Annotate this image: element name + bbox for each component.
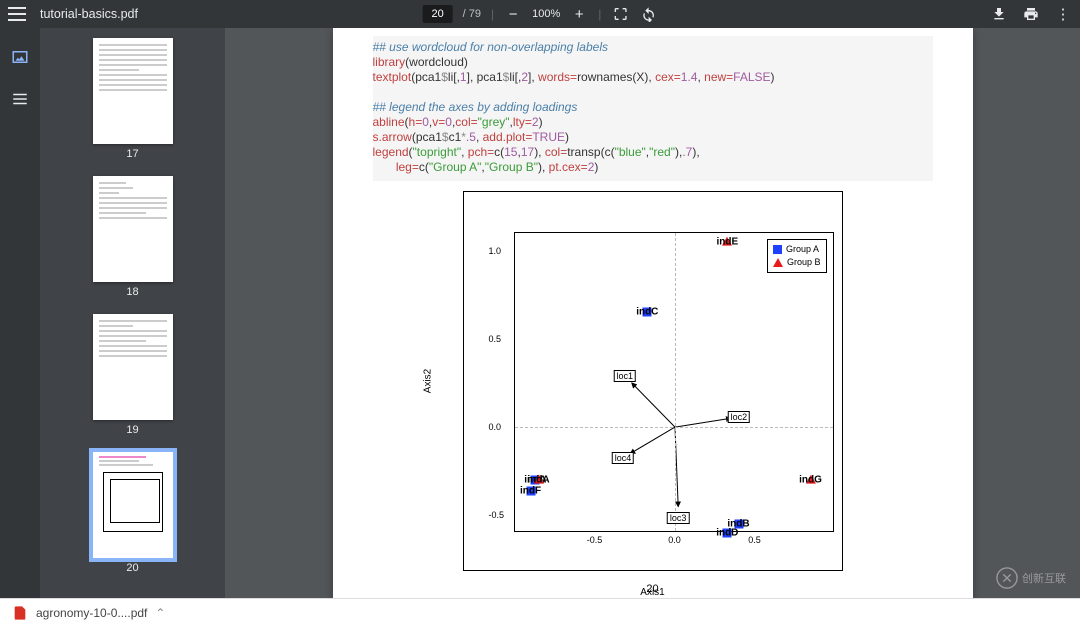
chart-legend: Group A Group B — [767, 239, 827, 273]
downloads-bar: agronomy-10-0....pdf ⌃ — [0, 598, 1080, 627]
document-view[interactable]: ## use wordcloud for non-overlapping lab… — [225, 28, 1080, 598]
thumbnail-19[interactable] — [93, 314, 173, 420]
more-menu-button[interactable]: ⋮ — [1054, 5, 1072, 23]
x-axis-label: Axis1 — [640, 587, 664, 598]
zoom-out-button[interactable]: − — [504, 5, 522, 23]
zoom-level-label: 100% — [532, 8, 560, 20]
code-block: ## use wordcloud for non-overlapping lab… — [373, 36, 933, 181]
page-number-input[interactable] — [423, 5, 453, 23]
download-button[interactable] — [990, 5, 1008, 23]
total-pages-label: / 79 — [463, 8, 481, 20]
thumbnail-label: 17 — [126, 148, 138, 160]
fit-page-button[interactable] — [611, 5, 629, 23]
document-title: tutorial-basics.pdf — [40, 7, 138, 21]
print-button[interactable] — [1022, 5, 1040, 23]
thumbnail-panel[interactable]: 17 18 19 20 — [40, 28, 225, 598]
pca-chart: Axis2 Group A Group B -0.50.00.51.0-0.50… — [463, 191, 843, 571]
page-controls: / 79 | − 100% + | — [423, 5, 658, 23]
side-rail — [0, 28, 40, 598]
watermark: 创新互联 — [996, 567, 1066, 589]
plot-region: Group A Group B -0.50.00.51.0-0.50.00.5l… — [514, 232, 834, 532]
outline-icon[interactable] — [11, 90, 29, 108]
thumbnail-label: 19 — [126, 424, 138, 436]
y-axis-label: Axis2 — [422, 369, 433, 393]
menu-icon[interactable] — [8, 5, 26, 23]
zoom-in-button[interactable]: + — [570, 5, 588, 23]
thumbnails-icon[interactable] — [11, 48, 29, 66]
download-chip[interactable]: agronomy-10-0....pdf ⌃ — [12, 605, 165, 621]
thumbnail-label: 18 — [126, 286, 138, 298]
thumbnail-17[interactable] — [93, 38, 173, 144]
download-filename: agronomy-10-0....pdf — [36, 606, 147, 620]
thumbnail-18[interactable] — [93, 176, 173, 282]
pdf-page: ## use wordcloud for non-overlapping lab… — [333, 28, 973, 598]
pdf-viewer-toolbar: tutorial-basics.pdf / 79 | − 100% + | ⋮ — [0, 0, 1080, 28]
thumbnail-20[interactable] — [93, 452, 173, 558]
rotate-button[interactable] — [639, 5, 657, 23]
thumbnail-label: 20 — [126, 562, 138, 574]
